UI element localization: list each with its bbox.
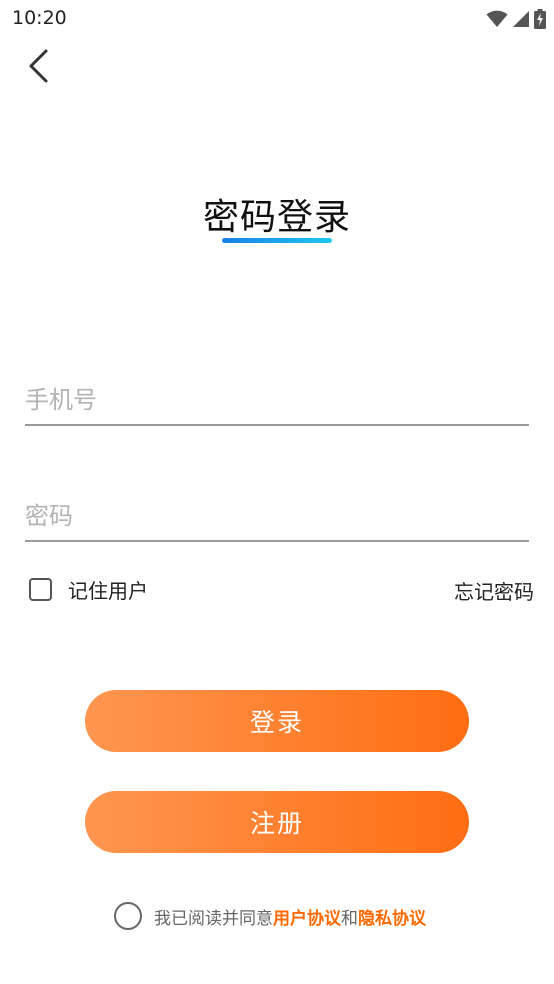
status-time: 10:20 [12, 7, 67, 29]
agreement-and: 和 [341, 908, 358, 929]
remember-user-toggle[interactable]: 记住用户 [29, 574, 148, 604]
status-icons [486, 8, 546, 30]
agreement-prefix: 我已阅读并同意 [154, 908, 273, 929]
title-underline [222, 238, 332, 243]
register-button[interactable]: 注册 [85, 791, 469, 853]
wifi-icon [486, 10, 508, 27]
battery-charging-icon [534, 9, 546, 29]
privacy-policy-link[interactable]: 隐私协议 [358, 904, 426, 929]
phone-input[interactable] [25, 376, 529, 424]
back-arrow-icon [29, 49, 48, 83]
forgot-password-link[interactable]: 忘记密码 [454, 576, 534, 605]
status-bar: 10:20 [0, 0, 554, 38]
login-button[interactable]: 登录 [85, 690, 469, 752]
agreement-row: 我已阅读并同意 用户协议 和 隐私协议 [114, 900, 426, 932]
remember-user-label: 记住用户 [68, 578, 148, 603]
user-agreement-link[interactable]: 用户协议 [273, 904, 341, 929]
remember-user-checkbox[interactable] [29, 577, 52, 601]
password-field [25, 492, 529, 542]
phone-field [25, 376, 529, 426]
password-input[interactable] [25, 492, 529, 540]
agreement-radio[interactable] [114, 902, 142, 930]
cellular-signal-icon [513, 11, 529, 27]
page-title: 密码登录 [202, 197, 351, 238]
back-button[interactable] [18, 46, 58, 86]
